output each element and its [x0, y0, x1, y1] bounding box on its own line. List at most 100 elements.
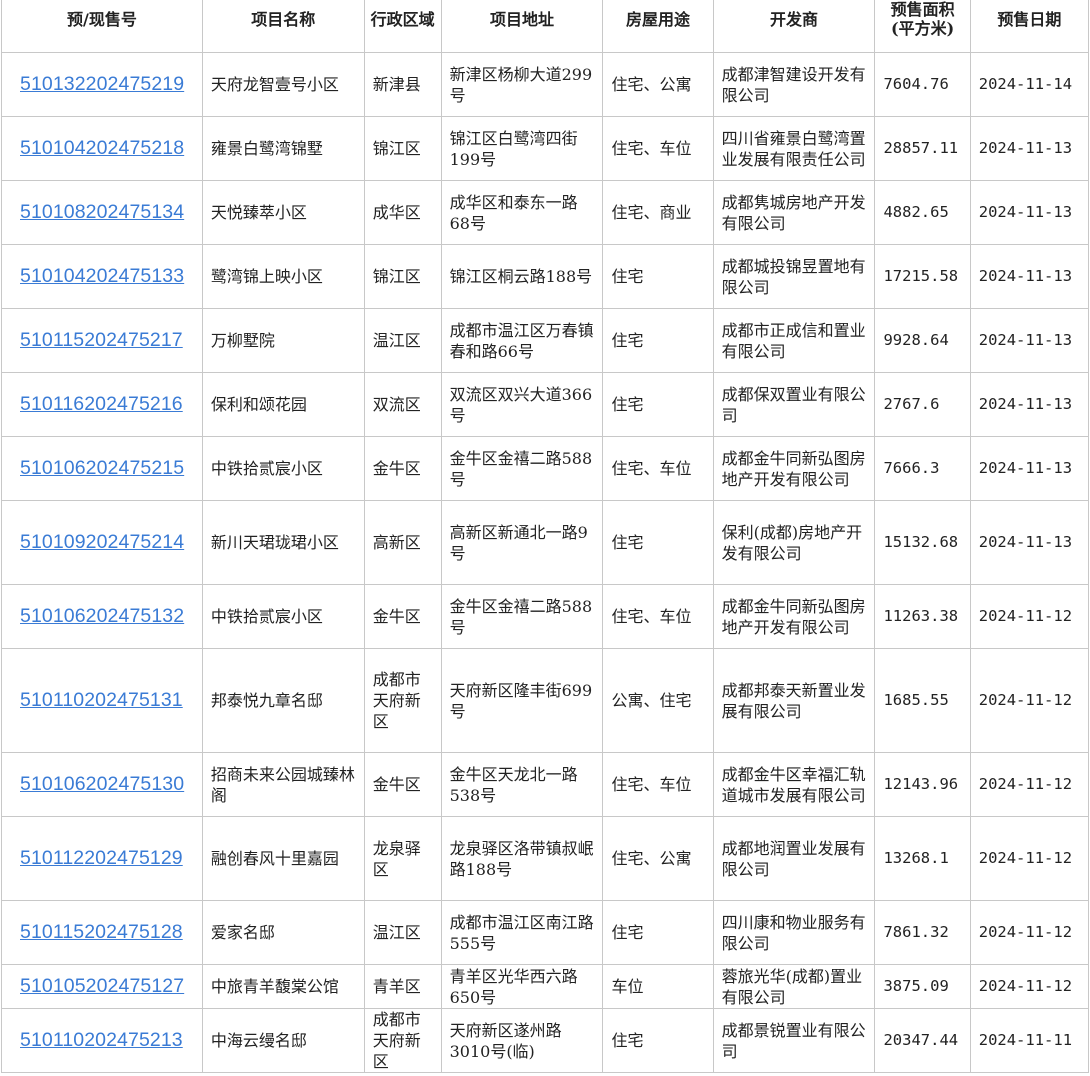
usage-cell: 住宅、公寓: [602, 52, 714, 117]
usage-cell: 住宅、车位: [602, 436, 714, 501]
area-cell: 2767.6: [874, 372, 971, 437]
permit-number-link[interactable]: 510106202475132: [20, 605, 184, 627]
area-cell: 7604.76: [874, 52, 971, 117]
project-name-cell: 中铁拾贰宸小区: [201, 584, 365, 649]
permit-cell: 510104202475133: [1, 244, 203, 309]
permit-number-link[interactable]: 510115202475217: [20, 329, 183, 351]
area-cell: 20347.44: [874, 1008, 971, 1073]
permit-number-link[interactable]: 510115202475128: [20, 921, 183, 943]
area-cell: 17215.58: [874, 244, 971, 309]
table-row: 510106202475215 中铁拾贰宸小区 金牛区 金牛区金禧二路588号 住宅、车…: [1, 436, 1090, 501]
address-cell: 金牛区天龙北一路538号: [440, 752, 604, 817]
district-cell: 金牛区: [363, 584, 442, 649]
district-cell: 双流区: [363, 372, 442, 437]
permit-cell: 510106202475130: [1, 752, 203, 817]
project-name-cell: 爱家名邸: [201, 900, 365, 965]
permit-number-link[interactable]: 510116202475216: [20, 393, 183, 415]
district-cell: 温江区: [363, 308, 442, 373]
address-cell: 成都市温江区南江路555号: [440, 900, 604, 965]
header-district: 行政区域: [363, 0, 442, 53]
district-cell: 高新区: [363, 500, 442, 585]
usage-cell: 住宅、公寓: [602, 816, 714, 901]
table-row: 510115202475217 万柳墅院 温江区 成都市温江区万春镇春和路66号 住宅成…: [1, 308, 1090, 373]
developer-cell: 成都邦泰天新置业发展有限公司: [712, 648, 876, 753]
address-cell: 成都市温江区万春镇春和路66号: [440, 308, 604, 373]
permit-number-link[interactable]: 510110202475131: [20, 689, 183, 711]
permit-number-link[interactable]: 510105202475127: [20, 975, 184, 997]
header-project-name: 项目名称: [201, 0, 365, 53]
table-header-row: 预/现售号 项目名称 行政区域 项目地址 房屋用途 开发商 预售面积 (平方米) …: [1, 0, 1090, 53]
project-name-cell: 雍景白鹭湾锦墅: [201, 116, 365, 181]
usage-cell: 住宅、车位: [602, 752, 714, 817]
permit-number-link[interactable]: 510108202475134: [20, 201, 184, 223]
usage-cell: 住宅: [602, 244, 714, 309]
permit-number-link[interactable]: 510106202475130: [20, 773, 184, 795]
developer-cell: 成都保双置业有限公司: [712, 372, 876, 437]
table-row: 510110202475131 邦泰悦九章名邸 成都市天府新区 天府新区隆丰街699号…: [1, 648, 1090, 753]
permit-number-link[interactable]: 510110202475213: [20, 1029, 183, 1051]
address-cell: 天府新区遂州路3010号(临): [440, 1008, 604, 1073]
usage-cell: 住宅、车位: [602, 116, 714, 181]
permit-number-link[interactable]: 510104202475218: [20, 137, 184, 159]
address-cell: 双流区双兴大道366号: [440, 372, 604, 437]
area-cell: 12143.96: [874, 752, 971, 817]
permit-number-link[interactable]: 510132202475219: [20, 73, 184, 95]
header-usage: 房屋用途: [602, 0, 714, 53]
developer-cell: 成都隽城房地产开发有限公司: [712, 180, 876, 245]
header-area-line2: (平方米): [891, 19, 955, 38]
table-row: 510112202475129 融创春风十里嘉园 龙泉驿区 龙泉驿区洛带镇叔岷路188…: [1, 816, 1090, 901]
district-cell: 新津县: [363, 52, 442, 117]
developer-cell: 四川康和物业服务有限公司: [712, 900, 876, 965]
usage-cell: 住宅: [602, 1008, 714, 1073]
area-cell: 1685.55: [874, 648, 971, 753]
developer-cell: 成都金牛区幸福汇轨道城市发展有限公司: [712, 752, 876, 817]
date-cell: 2024-11-12: [969, 900, 1090, 965]
table-row: 510116202475216 保利和颂花园 双流区 双流区双兴大道366号 住宅 成都保…: [1, 372, 1090, 437]
district-cell: 金牛区: [363, 752, 442, 817]
table-row: 510106202475132 中铁拾贰宸小区 金牛区 金牛区金禧二路588号 住宅、车…: [1, 584, 1090, 649]
table-row: 510115202475128 爱家名邸 温江区 成都市温江区南江路555号 住宅 四川康…: [1, 900, 1090, 965]
developer-cell: 成都金牛同新弘图房地产开发有限公司: [712, 584, 876, 649]
address-cell: 锦江区白鹭湾四街199号: [440, 116, 604, 181]
area-cell: 28857.11: [874, 116, 971, 181]
developer-cell: 蓉旅光华(成都)置业有限公司: [712, 964, 876, 1009]
date-cell: 2024-11-12: [969, 964, 1090, 1009]
permit-number-link[interactable]: 510106202475215: [20, 457, 184, 479]
developer-cell: 四川省雍景白鹭湾置业发展有限责任公司: [712, 116, 876, 181]
permit-cell: 510105202475127: [1, 964, 203, 1009]
permit-cell: 510110202475131: [1, 648, 203, 753]
date-cell: 2024-11-14: [969, 52, 1090, 117]
permit-number-link[interactable]: 510112202475129: [20, 847, 183, 869]
developer-cell: 成都市正成信和置业有限公司: [712, 308, 876, 373]
area-cell: 3875.09: [874, 964, 971, 1009]
project-name-cell: 邦泰悦九章名邸: [201, 648, 365, 753]
date-cell: 2024-11-13: [969, 244, 1090, 309]
project-name-cell: 中海云缦名邸: [201, 1008, 365, 1073]
header-permit: 预/现售号: [1, 0, 203, 53]
permit-number-link[interactable]: 510109202475214: [20, 531, 184, 553]
date-cell: 2024-11-12: [969, 584, 1090, 649]
project-name-cell: 中旅青羊馥棠公馆: [201, 964, 365, 1009]
developer-cell: 成都地润置业发展有限公司: [712, 816, 876, 901]
permit-cell: 510104202475218: [1, 116, 203, 181]
header-area-line1: 预售面积: [890, 0, 955, 19]
table-row: 510132202475219 天府龙智壹号小区 新津县 新津区杨柳大道299号 住宅、…: [1, 52, 1090, 117]
address-cell: 龙泉驿区洛带镇叔岷路188号: [440, 816, 604, 901]
address-cell: 天府新区隆丰街699号: [440, 648, 604, 753]
district-cell: 青羊区: [363, 964, 442, 1009]
district-cell: 锦江区: [363, 244, 442, 309]
developer-cell: 保利(成都)房地产开发有限公司: [712, 500, 876, 585]
project-name-cell: 鹭湾锦上映小区: [201, 244, 365, 309]
area-cell: 4882.65: [874, 180, 971, 245]
district-cell: 金牛区: [363, 436, 442, 501]
header-address: 项目地址: [440, 0, 604, 53]
header-developer: 开发商: [712, 0, 876, 53]
presale-table-container: 预/现售号 项目名称 行政区域 项目地址 房屋用途 开发商 预售面积 (平方米) …: [0, 0, 1090, 1073]
date-cell: 2024-11-13: [969, 308, 1090, 373]
permit-cell: 510112202475129: [1, 816, 203, 901]
project-name-cell: 天府龙智壹号小区: [201, 52, 365, 117]
permit-number-link[interactable]: 510104202475133: [20, 265, 184, 287]
usage-cell: 住宅、车位: [602, 584, 714, 649]
address-cell: 成华区和泰东一路68号: [440, 180, 604, 245]
permit-cell: 510109202475214: [1, 500, 203, 585]
